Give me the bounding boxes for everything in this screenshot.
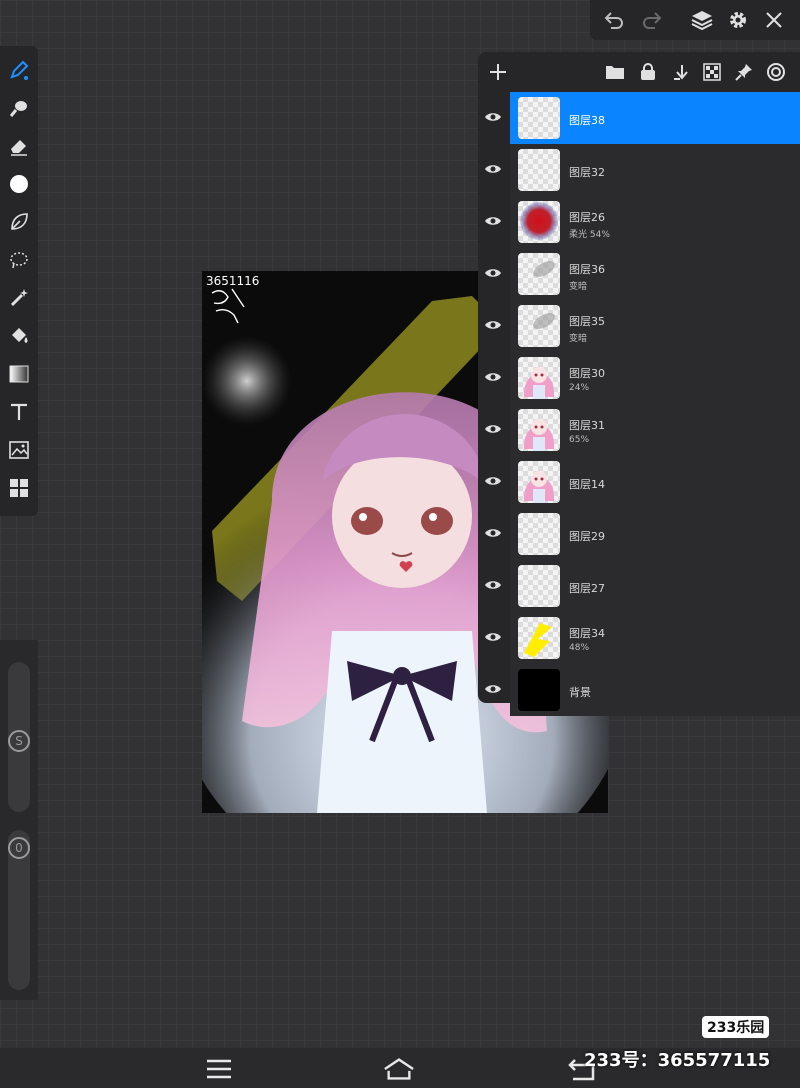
watermark-id: 233号：365577115 <box>584 1050 771 1071</box>
layer-thumbnail <box>518 149 560 191</box>
eraser-icon[interactable] <box>5 132 33 160</box>
layer-name: 图层30 <box>569 367 605 380</box>
merge-down-icon[interactable] <box>668 60 692 84</box>
home-icon[interactable] <box>383 1056 415 1082</box>
eye-icon[interactable] <box>482 678 504 700</box>
top-toolbar <box>590 0 800 40</box>
color-circle-icon[interactable] <box>5 170 33 198</box>
image-adjust-icon[interactable] <box>5 436 33 464</box>
layer-row[interactable]: 图层38 <box>478 92 800 144</box>
eye-icon[interactable] <box>482 626 504 648</box>
layer-name: 图层34 <box>569 627 605 640</box>
layer-thumbnail <box>518 617 560 659</box>
layer-name: 图层32 <box>569 166 605 179</box>
eye-icon[interactable] <box>482 366 504 388</box>
folder-icon[interactable] <box>603 60 627 84</box>
eye-icon[interactable] <box>482 418 504 440</box>
layer-blend-info: 65% <box>569 435 590 445</box>
eye-icon[interactable] <box>482 470 504 492</box>
brush-icon[interactable] <box>5 56 33 84</box>
layer-row[interactable]: 背景 <box>478 664 800 716</box>
layer-name: 图层29 <box>569 530 605 543</box>
layer-row[interactable]: 图层31 65% <box>478 404 800 456</box>
layer-row[interactable]: 图层14 <box>478 456 800 508</box>
layer-name: 图层26 <box>569 211 605 224</box>
redo-icon[interactable] <box>638 6 666 34</box>
smudge-icon[interactable] <box>5 94 33 122</box>
layer-row[interactable]: 图层34 48% <box>478 612 800 664</box>
layers-icon[interactable] <box>688 6 716 34</box>
layer-row[interactable]: 图层30 24% <box>478 352 800 404</box>
artwork-signature: 3651116 <box>206 274 259 288</box>
left-toolbar <box>0 46 38 516</box>
add-layer-icon[interactable] <box>486 60 510 84</box>
layer-name: 图层31 <box>569 419 605 432</box>
layer-thumbnail <box>518 357 560 399</box>
slider-rail: S 0 <box>0 640 38 1000</box>
lock-icon[interactable] <box>636 60 660 84</box>
layer-thumbnail <box>518 409 560 451</box>
layer-name: 图层27 <box>569 582 605 595</box>
eye-icon[interactable] <box>482 106 504 128</box>
layer-thumbnail <box>518 513 560 555</box>
eye-icon[interactable] <box>482 210 504 232</box>
layer-name: 图层38 <box>569 114 605 127</box>
layer-thumbnail <box>518 253 560 295</box>
menu-icon[interactable] <box>203 1056 235 1082</box>
layer-thumbnail <box>518 201 560 243</box>
eye-icon[interactable] <box>482 158 504 180</box>
layers-panel: 图层38 图层32 图层26 柔光 54% 图层36 变暗 图层35 变暗 图层30 24% 图层3… <box>478 52 800 716</box>
layer-thumbnail <box>518 305 560 347</box>
layer-row[interactable]: 图层26 柔光 54% <box>478 196 800 248</box>
layer-row[interactable]: 图层35 变暗 <box>478 300 800 352</box>
grid-icon[interactable] <box>5 474 33 502</box>
layer-thumbnail <box>518 97 560 139</box>
layer-row[interactable]: 图层29 <box>478 508 800 560</box>
fill-bucket-icon[interactable] <box>5 322 33 350</box>
target-icon[interactable] <box>764 60 788 84</box>
checker-icon[interactable] <box>700 60 724 84</box>
size-label: S <box>8 730 30 752</box>
layer-blend-info: 48% <box>569 643 590 653</box>
eye-icon[interactable] <box>482 262 504 284</box>
magic-wand-icon[interactable] <box>5 284 33 312</box>
layer-name: 图层14 <box>569 478 605 491</box>
settings-icon[interactable] <box>724 6 752 34</box>
layers-toolbar <box>478 52 800 92</box>
layer-name: 背景 <box>569 686 591 699</box>
watermark-logo: 233乐园 <box>702 1016 770 1038</box>
layer-thumbnail <box>518 669 560 711</box>
layer-blend-info: 变暗 <box>569 334 588 344</box>
layer-row[interactable]: 图层27 <box>478 560 800 612</box>
lasso-icon[interactable] <box>5 246 33 274</box>
layer-name: 图层36 <box>569 263 605 276</box>
text-icon[interactable] <box>5 398 33 426</box>
eye-icon[interactable] <box>482 574 504 596</box>
layer-row[interactable]: 图层32 <box>478 144 800 196</box>
layer-name: 图层35 <box>569 315 605 328</box>
eye-icon[interactable] <box>482 522 504 544</box>
leaf-shape-icon[interactable] <box>5 208 33 236</box>
close-icon[interactable] <box>760 6 788 34</box>
layer-thumbnail <box>518 565 560 607</box>
layer-blend-info: 变暗 <box>569 282 588 292</box>
undo-icon[interactable] <box>600 6 628 34</box>
pin-icon[interactable] <box>732 60 756 84</box>
gradient-icon[interactable] <box>5 360 33 388</box>
layer-blend-info: 24% <box>569 383 590 393</box>
layer-thumbnail <box>518 461 560 503</box>
opacity-label: 0 <box>8 837 30 859</box>
layer-row[interactable]: 图层36 变暗 <box>478 248 800 300</box>
eye-icon[interactable] <box>482 314 504 336</box>
layer-blend-info: 柔光 54% <box>569 230 610 240</box>
